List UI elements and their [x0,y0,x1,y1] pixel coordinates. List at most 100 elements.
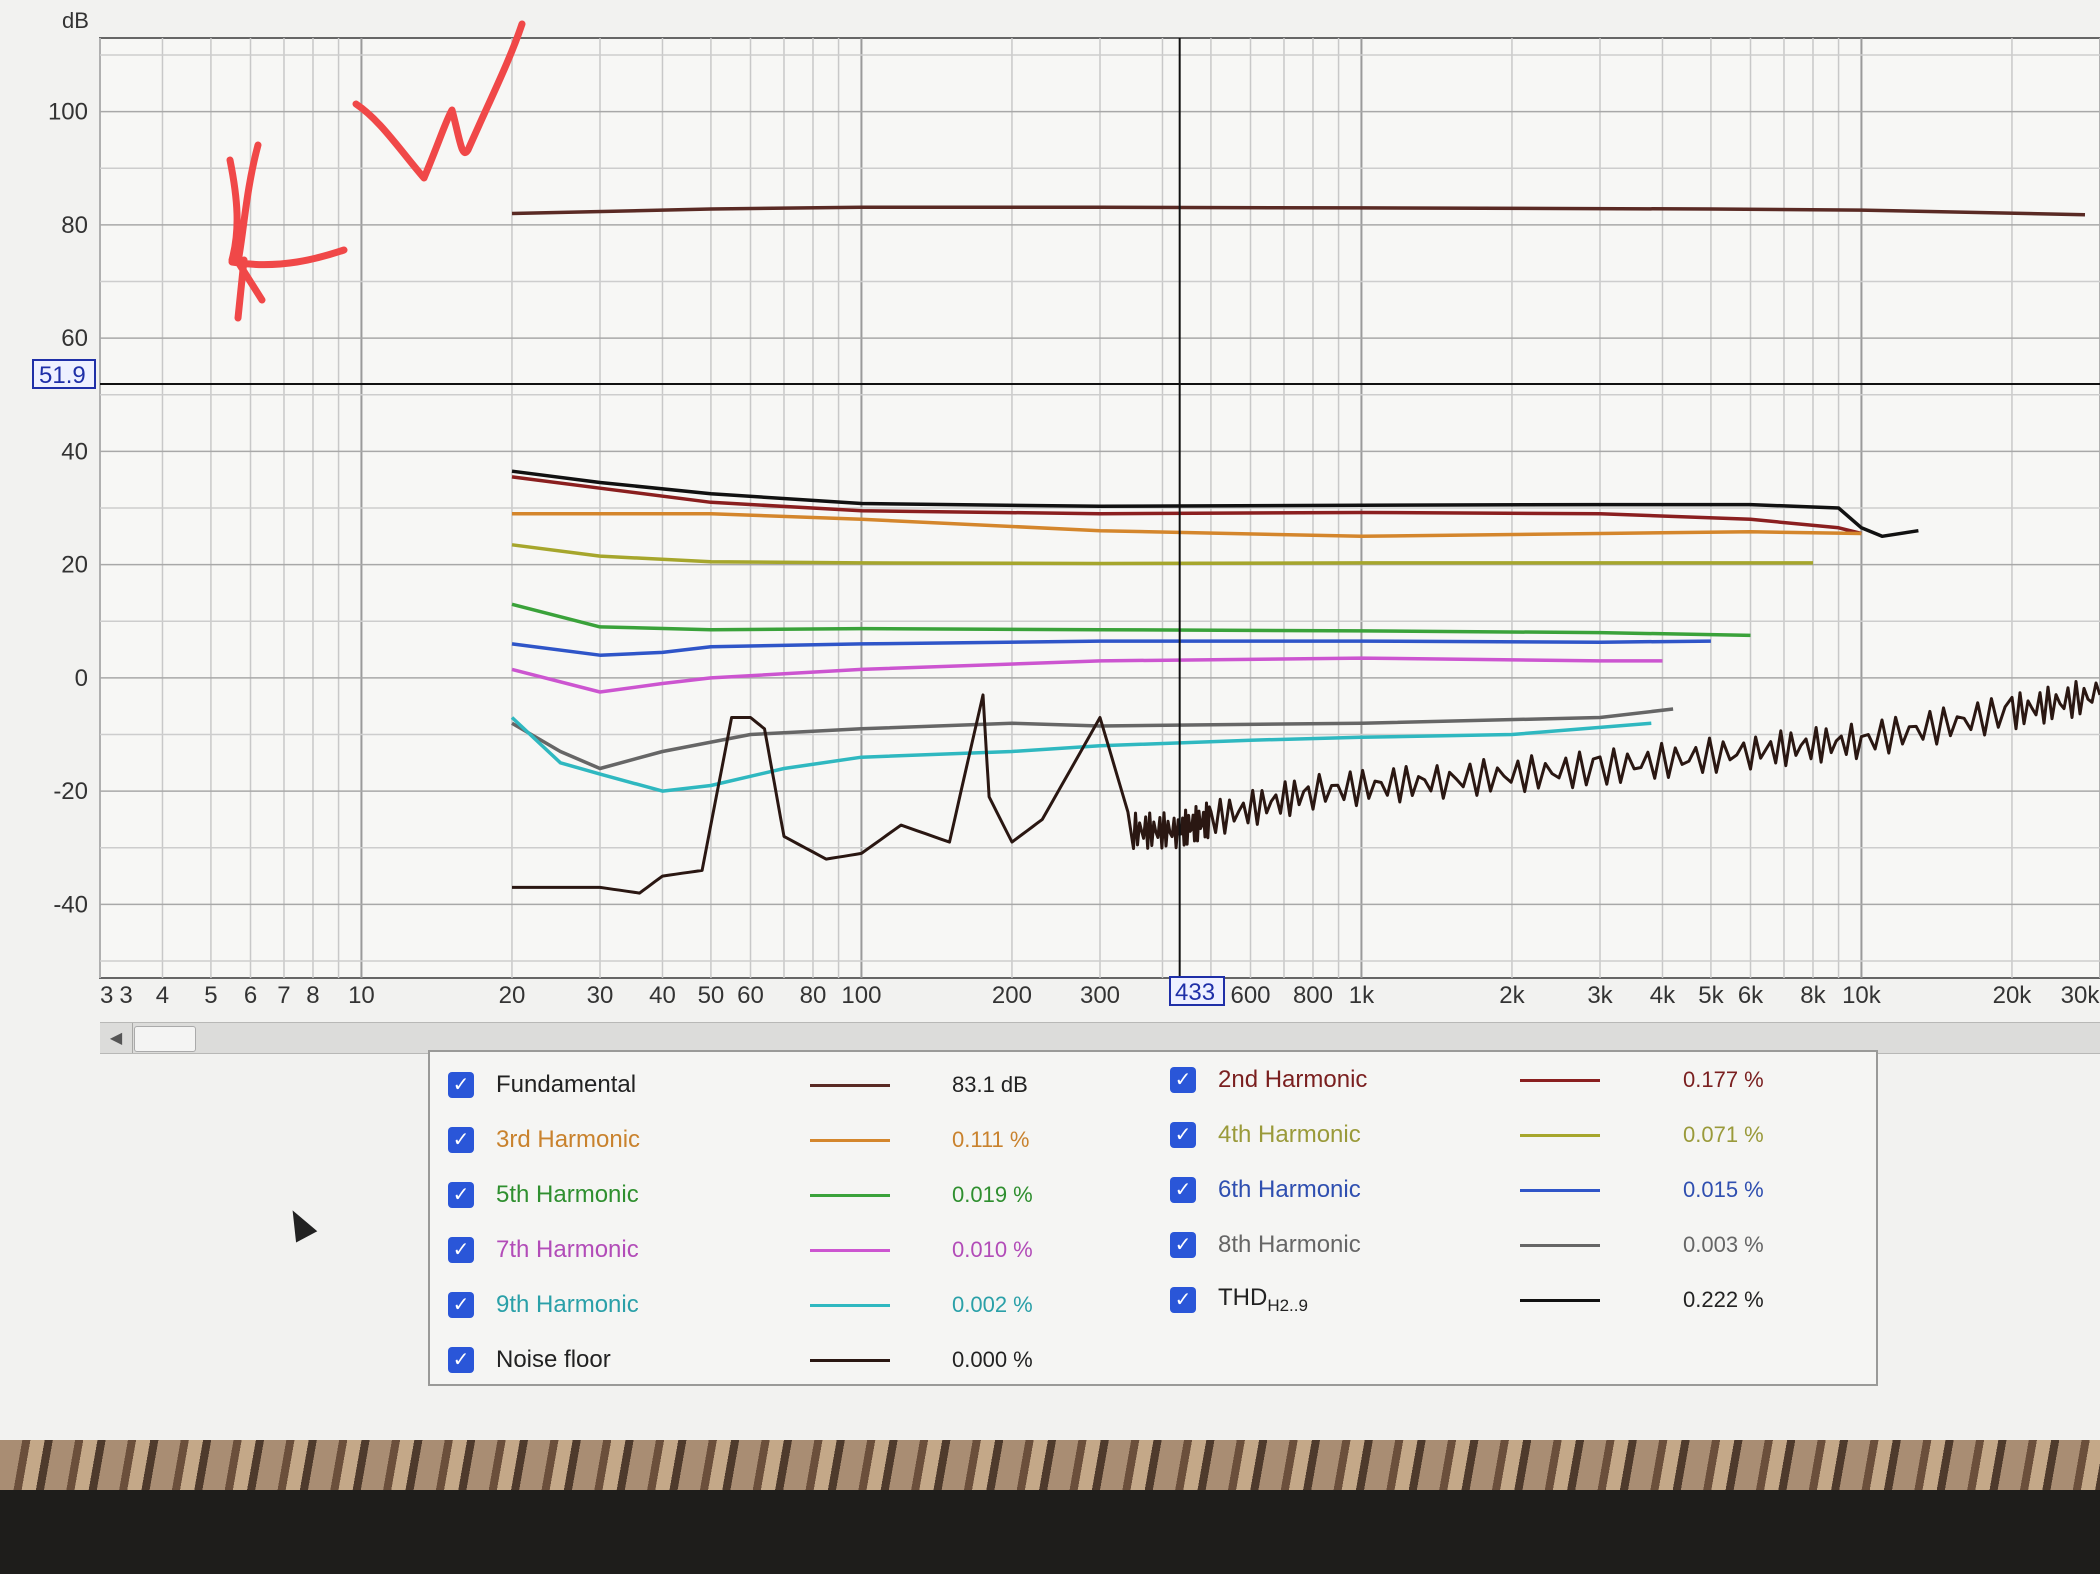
legend-label: 8th Harmonic [1218,1231,1361,1258]
legend-checkbox-icon[interactable]: ✓ [1170,1232,1196,1258]
x-tick-label: 8 [306,982,319,1009]
x-tick-label: 40 [649,982,676,1009]
y-axis-unit: dB [62,8,89,33]
legend-checkbox-icon[interactable]: ✓ [1170,1122,1196,1148]
x-tick-label: 30 [587,982,614,1009]
legend-checkbox-icon[interactable]: ✓ [448,1182,474,1208]
frequency-response-chart[interactable]: 100806040200-20-40 3 3 4 5 6 7 8 10 20 30 40 50 60 80… [0,0,2100,1020]
x-tick-label: 7 [277,982,290,1009]
legend-checkbox-icon[interactable]: ✓ [448,1292,474,1318]
x-tick-label: 60 [737,982,764,1009]
legend-line-swatch [1520,1243,1600,1247]
legend-line-swatch [1520,1298,1600,1302]
legend-item: ✓ Noise floor 0.000 % [448,1335,1128,1385]
legend-item: ✓ 6th Harmonic 0.015 % [1170,1165,1850,1215]
legend-checkbox-icon[interactable]: ✓ [448,1237,474,1263]
y-cursor-readout: 51.9 [39,362,86,389]
legend-line-swatch [810,1083,890,1087]
x-tick-label: 100 [841,982,881,1009]
legend-value: 0.015 % [1683,1177,1764,1202]
x-tick-label: 80 [800,982,827,1009]
legend-label: Fundamental [496,1071,637,1098]
legend-item: ✓ 5th Harmonic 0.019 % [448,1170,1128,1220]
x-tick-label: 20 [499,982,526,1009]
legend-label-subscript: H2..9 [1267,1296,1308,1315]
legend-panel: ✓ Fundamental 83.1 dB ✓ 2nd Harmonic 0.177 % ✓… [428,1050,1878,1386]
legend-value: 0.177 % [1683,1067,1764,1092]
x-tick-label: 200 [992,982,1032,1009]
background-surface [0,1440,2100,1490]
legend-label: 3rd Harmonic [496,1126,641,1153]
app-window: 100 80 60 40 20 0 -20 -40 3 3 4 5 6 7 8 10 20 30 40 50 60 80… [0,0,2100,1440]
scroll-thumb[interactable] [134,1026,196,1052]
legend-label: 5th Harmonic [496,1181,639,1208]
legend-line-swatch [1520,1078,1600,1082]
legend-item: ✓ 2nd Harmonic 0.177 % [1170,1055,1850,1105]
y-tick-label: -20 [53,778,88,805]
legend-checkbox-icon[interactable]: ✓ [448,1072,474,1098]
y-tick-label: 0 [75,665,88,692]
legend-value: 83.1 dB [952,1072,1028,1097]
x-tick-label: 3 [119,982,132,1009]
x-axis-ticks: 3 3 4 5 6 7 8 10 20 30 40 50 60 80 100 200 300 600 800 1k 2k… [100,982,2100,1009]
y-tick-label: 100 [48,99,88,126]
legend-line-swatch [1520,1133,1600,1137]
legend-value: 0.222 % [1683,1287,1764,1312]
x-tick-label: 300 [1080,982,1120,1009]
legend-item: ✓ 7th Harmonic 0.010 % [448,1225,1128,1275]
legend-item: ✓ 9th Harmonic 0.002 % [448,1280,1128,1330]
x-tick-label: 5k [1698,982,1724,1009]
legend-item: ✓ Fundamental 83.1 dB [448,1060,1128,1110]
legend-label-group: THDH2..9 [1218,1284,1308,1316]
mouse-pointer-icon [282,1204,318,1243]
legend-value: 0.002 % [952,1292,1033,1317]
legend-line-swatch [810,1193,890,1197]
y-tick-label: -40 [53,891,88,918]
legend-value: 0.111 % [952,1127,1030,1152]
x-tick-label: 30k [2061,982,2100,1009]
x-tick-label: 20k [1993,982,2033,1009]
legend-checkbox-icon[interactable]: ✓ [1170,1067,1196,1093]
legend-value: 0.003 % [1683,1232,1764,1257]
legend-label: 9th Harmonic [496,1291,639,1318]
x-tick-label: 5 [204,982,217,1009]
legend-value: 0.010 % [952,1237,1033,1262]
scroll-left-arrow-icon[interactable]: ◀ [100,1023,133,1053]
x-tick-label: 600 [1230,982,1270,1009]
legend-item: ✓ 4th Harmonic 0.071 % [1170,1110,1850,1160]
y-tick-label: 40 [61,438,88,465]
legend-value: 0.000 % [952,1347,1033,1372]
x-tick-label: 4 [156,982,169,1009]
legend-value: 0.071 % [1683,1122,1764,1147]
y-tick-label: 80 [61,212,88,239]
legend-line-swatch [810,1138,890,1142]
x-tick-label: 8k [1800,982,1826,1009]
x-tick-label: 1k [1349,982,1375,1009]
legend-label: Noise floor [496,1346,611,1373]
legend-item: ✓ 8th Harmonic 0.003 % [1170,1220,1850,1270]
legend-checkbox-icon[interactable]: ✓ [1170,1177,1196,1203]
x-tick-label: 3 [100,982,113,1009]
legend-item: ✓ THDH2..9 0.222 % [1170,1275,1850,1325]
x-tick-label: 50 [698,982,725,1009]
legend-line-swatch [810,1248,890,1252]
x-tick-label: 3k [1587,982,1613,1009]
legend-line-swatch [810,1303,890,1307]
legend-checkbox-icon[interactable]: ✓ [448,1127,474,1153]
y-axis-ticks: 100 80 60 40 20 0 -20 -40 [48,99,88,919]
legend-value: 0.019 % [952,1182,1033,1207]
x-tick-label: 10k [1842,982,1882,1009]
legend-checkbox-icon[interactable]: ✓ [448,1347,474,1373]
legend-label: 6th Harmonic [1218,1176,1361,1203]
x-cursor-readout: 433 [1175,979,1215,1006]
x-tick-label: 2k [1499,982,1525,1009]
legend-label: 4th Harmonic [1218,1121,1361,1148]
legend-checkbox-icon[interactable]: ✓ [1170,1287,1196,1313]
legend-line-swatch [810,1358,890,1362]
legend-label: 2nd Harmonic [1218,1066,1368,1093]
x-tick-label: 6 [244,982,257,1009]
x-tick-label: 800 [1293,982,1333,1009]
x-tick-label: 4k [1650,982,1676,1009]
x-tick-label: 6k [1738,982,1764,1009]
legend-label: THD [1218,1284,1268,1311]
